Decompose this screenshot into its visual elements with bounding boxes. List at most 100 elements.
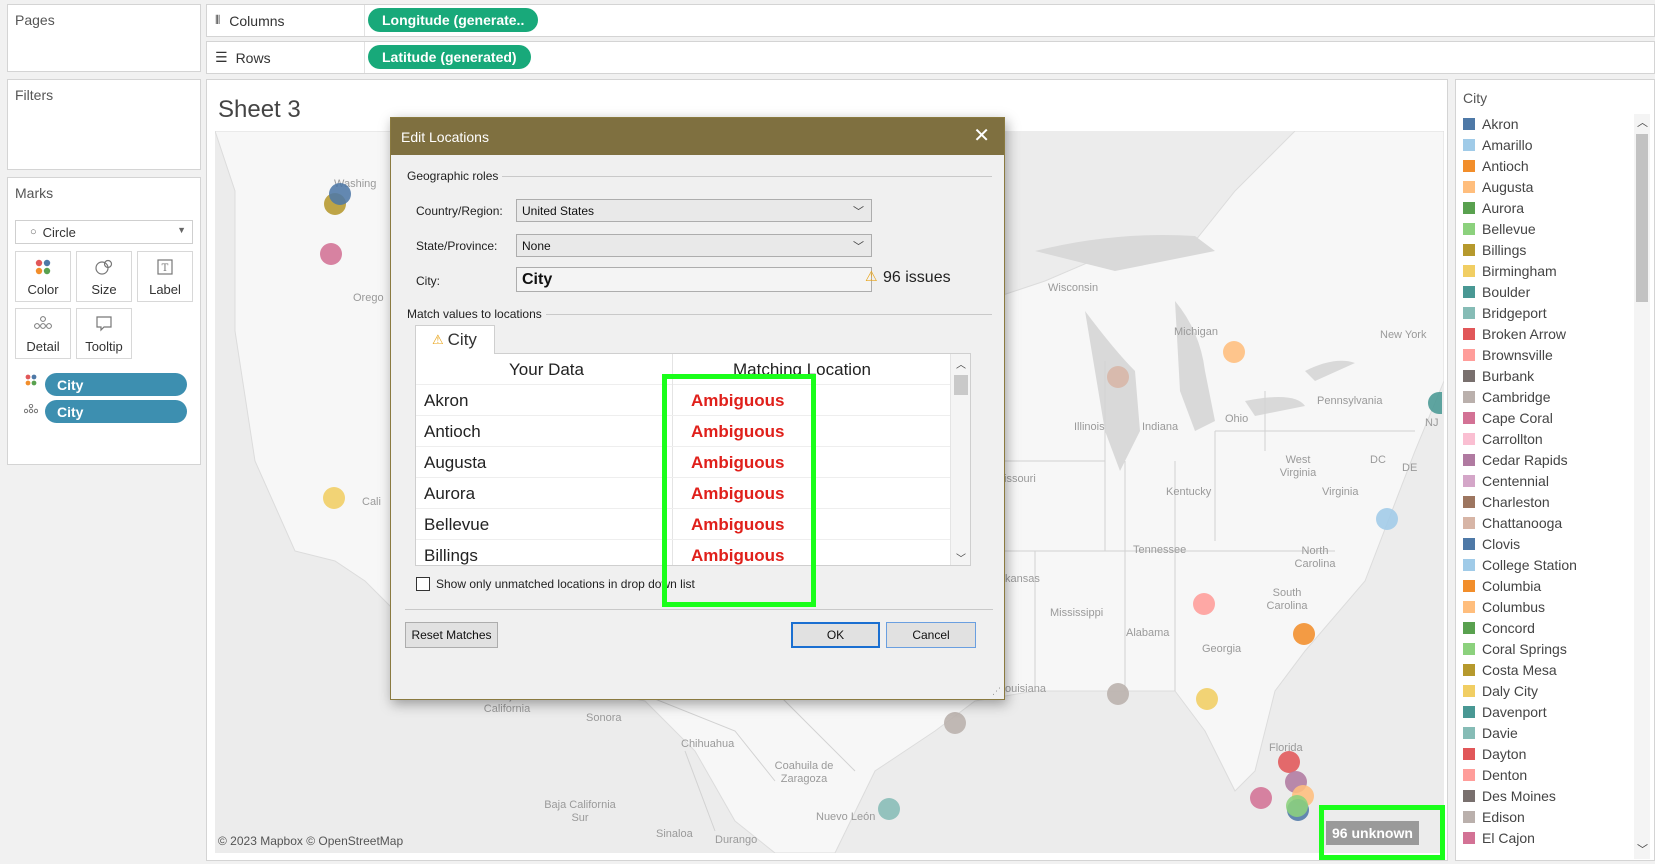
legend-item[interactable]: Coral Springs: [1456, 639, 1567, 659]
tooltip-button[interactable]: Tooltip: [76, 308, 132, 359]
legend-label: Chattanooga: [1482, 515, 1563, 531]
legend-item[interactable]: Des Moines: [1456, 786, 1556, 806]
map-mark[interactable]: [944, 712, 966, 734]
legend-item[interactable]: Cedar Rapids: [1456, 450, 1568, 470]
legend-swatch: [1463, 706, 1475, 718]
map-mark[interactable]: [878, 798, 900, 820]
scroll-down-icon[interactable]: ﹀: [1637, 841, 1648, 857]
color-button[interactable]: Color: [15, 251, 71, 302]
legend-item[interactable]: Carrollton: [1456, 429, 1543, 449]
legend-item[interactable]: Bellevue: [1456, 219, 1536, 239]
legend-swatch: [1463, 559, 1475, 571]
legend-item[interactable]: Cape Coral: [1456, 408, 1553, 428]
legend-item[interactable]: Denton: [1456, 765, 1527, 785]
legend-item[interactable]: Daly City: [1456, 681, 1538, 701]
label-button[interactable]: T Label: [137, 251, 193, 302]
mark-type-dropdown[interactable]: ○ Circle ▼: [15, 220, 193, 244]
legend-label: Davie: [1482, 725, 1518, 741]
ok-button[interactable]: OK: [791, 622, 880, 648]
detail-button[interactable]: Detail: [15, 308, 71, 359]
issues-count[interactable]: 96 issues: [883, 269, 951, 287]
map-mark[interactable]: [1223, 341, 1245, 363]
legend-item[interactable]: Cambridge: [1456, 387, 1550, 407]
legend-item[interactable]: Broken Arrow: [1456, 324, 1566, 344]
legend-label: Burbank: [1482, 368, 1535, 384]
latitude-pill[interactable]: Latitude (generated): [368, 45, 531, 69]
legend-item[interactable]: Costa Mesa: [1456, 660, 1557, 680]
longitude-pill[interactable]: Longitude (generate..: [368, 8, 539, 32]
reset-matches-button[interactable]: Reset Matches: [405, 622, 498, 648]
legend-scrollbar[interactable]: ︿ ﹀: [1634, 114, 1650, 859]
city-color-pill[interactable]: City: [45, 373, 187, 396]
label-icon: T: [157, 259, 173, 279]
legend-swatch: [1463, 307, 1475, 319]
map-mark[interactable]: [1250, 787, 1272, 809]
legend-item[interactable]: Charleston: [1456, 492, 1550, 512]
legend-item[interactable]: Bridgeport: [1456, 303, 1547, 323]
map-mark[interactable]: [1286, 795, 1308, 817]
legend-item[interactable]: Burbank: [1456, 366, 1534, 386]
map-mark[interactable]: [1293, 623, 1315, 645]
map-mark[interactable]: [1107, 366, 1129, 388]
map-mark[interactable]: [320, 243, 342, 265]
map-mark[interactable]: [1376, 508, 1398, 530]
country-select[interactable]: United States ﹀: [516, 199, 872, 222]
table-scroll-thumb[interactable]: [954, 375, 968, 395]
map-mark[interactable]: [1196, 688, 1218, 710]
legend-swatch: [1463, 202, 1475, 214]
unmatched-checkbox-label[interactable]: Show only unmatched locations in drop do…: [436, 577, 695, 591]
legend-item[interactable]: Davenport: [1456, 702, 1547, 722]
scroll-up-icon[interactable]: ︿: [1637, 114, 1648, 130]
city-detail-pill[interactable]: City: [45, 400, 187, 423]
resize-grip-icon[interactable]: ⋰: [992, 686, 1001, 697]
legend-item[interactable]: Davie: [1456, 723, 1518, 743]
table-scrollbar[interactable]: ︿ ﹀: [950, 354, 970, 565]
cancel-button[interactable]: Cancel: [886, 622, 976, 648]
country-label: Country/Region:: [416, 204, 503, 218]
legend-item[interactable]: Centennial: [1456, 471, 1549, 491]
legend-item[interactable]: Birmingham: [1456, 261, 1557, 281]
columns-shelf[interactable]: ⦀ Columns Longitude (generate..: [206, 4, 1655, 37]
legend-item[interactable]: Dayton: [1456, 744, 1526, 764]
map-label-dc: DC: [1370, 454, 1386, 466]
map-mark[interactable]: [323, 487, 345, 509]
legend-item[interactable]: Billings: [1456, 240, 1526, 260]
legend-item[interactable]: Akron: [1456, 114, 1519, 134]
dialog-titlebar[interactable]: Edit Locations ✕: [391, 118, 1004, 155]
ambiguous-highlight-box: [662, 374, 816, 607]
legend-item[interactable]: Amarillo: [1456, 135, 1533, 155]
legend-item[interactable]: Aurora: [1456, 198, 1524, 218]
unmatched-checkbox[interactable]: [416, 577, 430, 591]
size-button[interactable]: Size: [76, 251, 132, 302]
rows-label: Rows: [235, 49, 271, 66]
map-label-ohio: Ohio: [1225, 413, 1249, 425]
legend-item[interactable]: Clovis: [1456, 534, 1520, 554]
legend-item[interactable]: Chattanooga: [1456, 513, 1562, 533]
legend-item[interactable]: Augusta: [1456, 177, 1533, 197]
scroll-up-icon[interactable]: ︿: [956, 356, 966, 371]
state-select[interactable]: None ﹀: [516, 234, 872, 257]
legend-item[interactable]: Brownsville: [1456, 345, 1553, 365]
legend-item[interactable]: Edison: [1456, 807, 1525, 827]
city-tab[interactable]: ⚠ City: [415, 325, 495, 354]
map-mark[interactable]: [1107, 683, 1129, 705]
legend-item[interactable]: Antioch: [1456, 156, 1529, 176]
filters-panel[interactable]: Filters: [7, 79, 201, 170]
close-icon[interactable]: ✕: [973, 126, 990, 146]
map-mark[interactable]: [1278, 751, 1300, 773]
scroll-down-icon[interactable]: ﹀: [956, 550, 966, 565]
map-mark[interactable]: [329, 183, 351, 205]
legend-item[interactable]: Boulder: [1456, 282, 1530, 302]
legend-swatch: [1463, 580, 1475, 592]
legend-scroll-thumb[interactable]: [1636, 134, 1648, 302]
legend-item[interactable]: College Station: [1456, 555, 1577, 575]
rows-shelf[interactable]: ☰ Rows Latitude (generated): [206, 41, 1655, 74]
svg-text:T: T: [162, 263, 169, 274]
legend-label: Charleston: [1482, 494, 1550, 510]
legend-item[interactable]: Concord: [1456, 618, 1535, 638]
legend-item[interactable]: El Cajon: [1456, 828, 1535, 848]
legend-item[interactable]: Columbus: [1456, 597, 1545, 617]
legend-label: College Station: [1482, 557, 1577, 573]
legend-item[interactable]: Columbia: [1456, 576, 1541, 596]
map-mark[interactable]: [1193, 593, 1215, 615]
